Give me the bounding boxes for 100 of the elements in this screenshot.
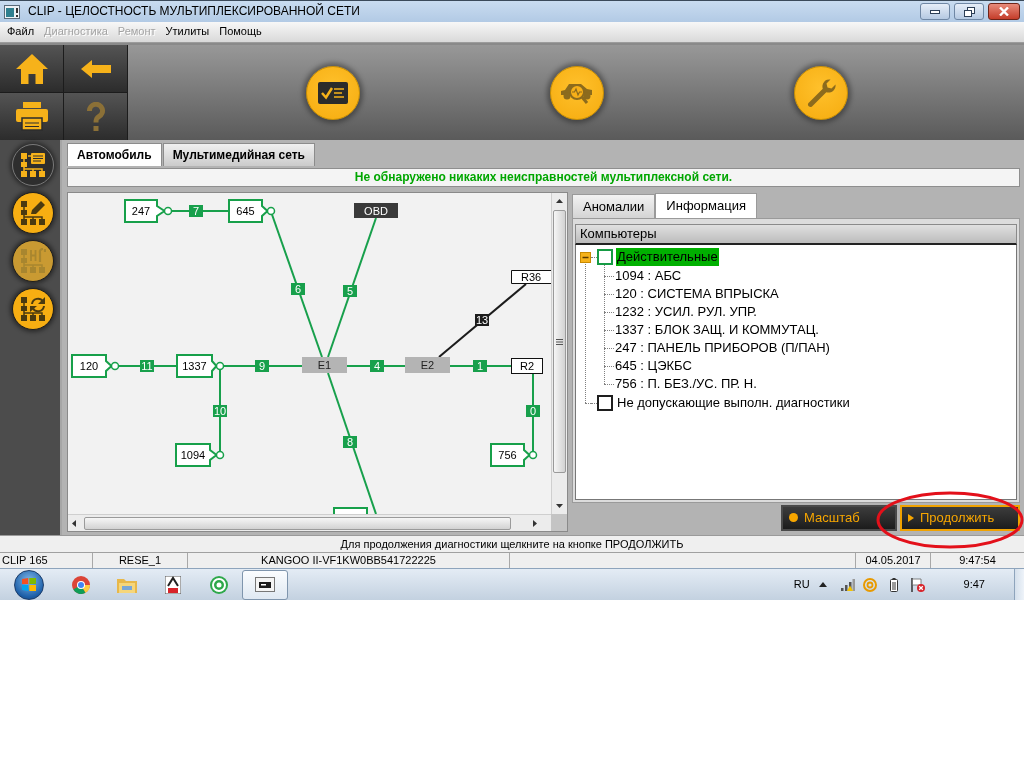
link-label: 9 [255,360,269,372]
network-refresh-button[interactable] [12,288,54,330]
hint-text: Для продолжения диагностики щелкните на кнопке ПРОДОЛЖИТЬ [0,535,1024,552]
link-label: 13 [475,314,489,326]
checkbox[interactable] [597,249,613,265]
tree-item[interactable]: 1094 : АБС [615,268,682,284]
link-label: 8 [343,436,357,448]
tree-item[interactable]: 1337 : БЛОК ЗАЩ. И КОММУТАЦ. [615,322,819,338]
splice-node: E2 [405,357,450,373]
menu-item[interactable]: Файл [2,25,40,39]
link-label: 4 [370,360,384,372]
ecu-node [333,507,368,514]
status-text: 9:47:54 [958,553,997,568]
status-message: Не обнаружено никаких неисправностей мультиплексной сети. [67,168,1020,187]
menu-item[interactable]: Утилиты [160,25,215,39]
link-label: 6 [291,283,305,295]
minimize-button[interactable] [920,3,950,20]
restore-icon [963,6,975,17]
tree-item[interactable]: 120 : СИСТЕМА ВПРЫСКА [615,286,779,302]
round-logo-icon [72,575,90,594]
tab[interactable]: Аномалии [572,194,656,218]
checkbox[interactable] [597,395,613,411]
scrollbar-thumb[interactable] [553,210,566,473]
collapse-icon[interactable] [580,251,591,263]
tree-item[interactable]: 645 : ЦЭКБС [615,358,692,374]
clock-text: 9:47 [963,577,985,592]
network-refresh-icon [20,296,46,322]
vertical-scrollbar[interactable] [551,193,567,514]
network-view-button[interactable] [12,144,54,186]
link-label: 5 [343,285,357,297]
windows-logo-icon [22,578,36,591]
document-icon [165,575,181,594]
network-edit-button[interactable] [12,192,54,234]
link-label: 11 [140,360,154,372]
scroll-right-icon [533,519,537,527]
network-pencil-icon [20,200,46,226]
folder-icon [117,576,137,593]
ring-icon [862,577,877,592]
diagnostic-socket-node: OBD [354,203,398,218]
scrollbar-thumb[interactable] [84,516,511,530]
action-button[interactable]: Масштаб [781,504,897,531]
battery-icon [889,577,898,592]
scroll-up-icon [556,199,563,203]
close-icon [999,7,1009,16]
left-arrow-icon [80,59,111,78]
printer-icon [15,102,48,131]
window-title: CLIP - ЦЕЛОСТНОСТЬ МУЛЬТИПЛЕКСИРОВАННОЙ СЕТИ [28,4,360,19]
wrench-icon [806,77,836,108]
home-button[interactable] [0,45,63,92]
bus-line [346,365,406,367]
tree-item[interactable]: Действительные [616,248,719,266]
bus-line [449,365,512,367]
splice-node: E1 [302,357,347,373]
bus-line [170,210,230,212]
minimize-icon [930,9,940,14]
horizontal-scrollbar[interactable] [68,514,551,531]
link-label: 7 [189,205,203,217]
window-icon [255,577,275,592]
close-button[interactable] [988,3,1020,20]
wrench-button[interactable] [794,65,848,120]
taskbar-button[interactable] [242,569,288,600]
tree-item[interactable]: Не допускающие выполн. диагностики [616,394,851,412]
network-tree-icon [20,152,46,178]
bus-line [117,365,178,367]
vehicle-scan-button[interactable] [550,65,604,120]
tree-item[interactable]: 756 : П. БЕЗ./УС. ПР. Н. [615,376,757,392]
checklist-button[interactable] [306,65,360,120]
tab[interactable]: Мультимедийная сеть [162,143,315,166]
dot-icon [789,513,798,522]
link-label: 0 [526,405,540,417]
scroll-left-icon [72,519,76,527]
grip-icon [556,338,563,345]
terminator-node: R2 [511,358,543,374]
checklist-icon [318,81,348,104]
app-icon [4,4,20,19]
link-label: 10 [213,405,227,417]
gearbox-wrench-icon [20,248,46,274]
restore-button[interactable] [954,3,984,20]
caret-up-icon [818,582,827,587]
play-icon [908,513,914,522]
scroll-down-icon [556,504,563,508]
link-label: 1 [473,360,487,372]
tree-item[interactable]: 1232 : УСИЛ. РУЛ. УПР. [615,304,757,320]
menu-item[interactable]: Помощь [214,25,267,39]
column-header: Компьютеры [575,224,1017,245]
tab[interactable]: Информация [655,193,757,218]
tab[interactable]: Автомобиль [67,143,162,166]
ring-icon [210,575,228,594]
back-button[interactable] [64,45,127,92]
signal-icon [840,578,855,591]
help-icon [86,102,105,131]
language-indicator[interactable]: RU [793,577,810,592]
terminator-node: R36 [511,270,551,284]
start-button[interactable] [14,569,44,600]
home-icon [15,53,48,84]
scrollbar-corner [551,514,567,531]
action-button[interactable]: Продолжить [900,504,1020,531]
print-button[interactable] [0,93,63,140]
tree-item[interactable]: 247 : ПАНЕЛЬ ПРИБОРОВ (П/ПАН) [615,340,830,356]
flag-icon [910,577,925,592]
